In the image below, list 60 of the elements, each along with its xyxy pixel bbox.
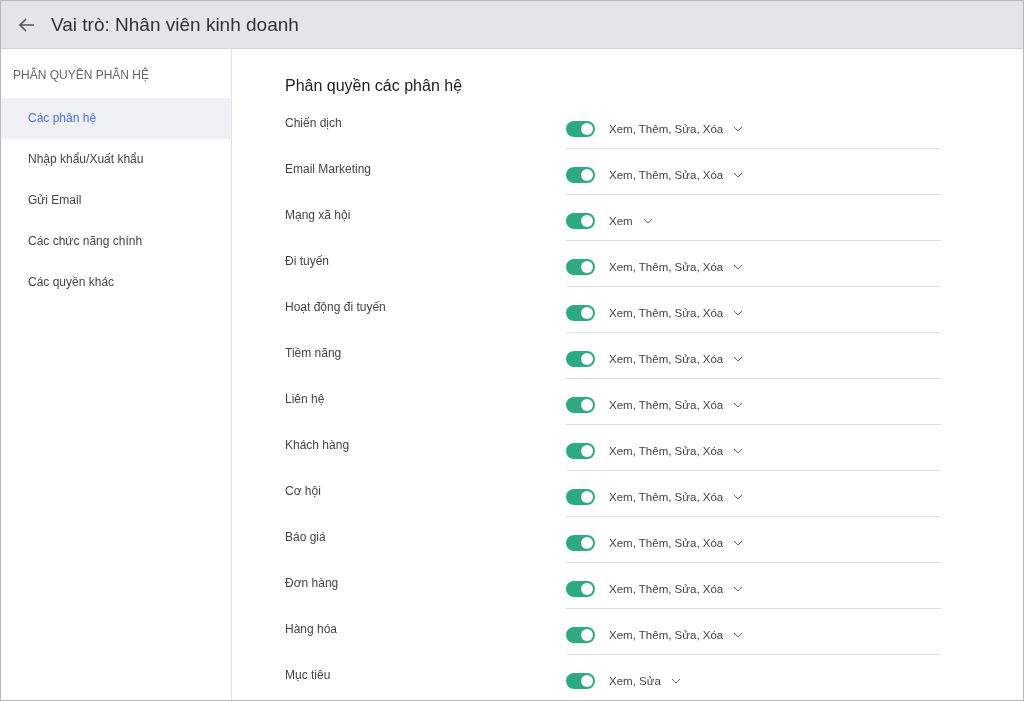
chevron-down-icon[interactable] [733,125,744,132]
toggle-switch[interactable] [566,534,595,551]
chevron-down-icon[interactable] [670,677,681,684]
module-label: Email Marketing [285,162,373,178]
page-title: Vai trò: Nhân viên kinh doanh [51,13,299,36]
chevron-down-icon[interactable] [733,355,744,362]
chevron-down-icon[interactable] [642,217,653,224]
section-title: Phân quyền các phân hệ [285,77,464,95]
chevron-down-icon[interactable] [733,493,744,500]
permission-dropdown[interactable]: Xem, Thêm, Sửa, Xóa [609,582,724,595]
toggle-switch[interactable] [566,350,595,367]
toggle-switch[interactable] [566,212,595,229]
module-label: Báo giá [285,530,327,546]
toggle-switch[interactable] [566,672,595,689]
chevron-down-icon[interactable] [733,585,744,592]
permission-dropdown[interactable]: Xem, Thêm, Sửa, Xóa [609,536,724,549]
toggle-switch[interactable] [566,626,595,643]
permission-dropdown[interactable]: Xem, Thêm, Sửa, Xóa [609,444,724,457]
permission-dropdown[interactable]: Xem, Thêm, Sửa, Xóa [609,352,724,365]
sidebar-item[interactable]: Nhập khẩu/Xuất khẩu [1,139,231,180]
chevron-down-icon[interactable] [733,447,744,454]
toggle-switch[interactable] [566,120,595,137]
toggle-switch[interactable] [566,166,595,183]
module-label: Mạng xã hội [285,208,352,224]
module-label: Khách hàng [285,438,351,454]
sidebar-heading: PHÂN QUYỀN PHÂN HỆ [12,66,151,84]
module-label: Hoạt động đi tuyến [285,300,387,316]
chevron-down-icon[interactable] [733,171,744,178]
permission-dropdown[interactable]: Xem, Thêm, Sửa, Xóa [609,306,724,319]
toggle-switch[interactable] [566,304,595,321]
permission-dropdown[interactable]: Xem, Thêm, Sửa, Xóa [609,260,724,273]
module-label: Đi tuyến [285,254,331,270]
module-label: Mục tiêu [285,668,332,684]
sidebar-item[interactable]: Các quyền khác [1,262,231,303]
chevron-down-icon[interactable] [733,401,744,408]
permission-dropdown[interactable]: Xem, Thêm, Sửa, Xóa [609,398,724,411]
chevron-down-icon[interactable] [733,263,744,270]
module-label: Đơn hàng [285,576,340,592]
toggle-switch[interactable] [566,488,595,505]
permission-dropdown[interactable]: Xem, Thêm, Sửa, Xóa [609,628,724,641]
permission-dropdown[interactable]: Xem, Thêm, Sửa, Xóa [609,168,724,181]
permission-dropdown[interactable]: Xem, Sửa [609,674,661,687]
module-label: Hàng hóa [285,622,339,638]
module-label: Cơ hội [285,484,322,500]
module-label: Tiềm năng [285,346,343,362]
toggle-switch[interactable] [566,396,595,413]
permission-dropdown[interactable]: Xem, Thêm, Sửa, Xóa [609,490,724,503]
toggle-switch[interactable] [566,258,595,275]
toggle-switch[interactable] [566,580,595,597]
toggle-switch[interactable] [566,442,595,459]
chevron-down-icon[interactable] [733,631,744,638]
sidebar-item[interactable]: Các phân hệ [1,98,231,139]
sidebar-item[interactable]: Các chức năng chính [1,221,231,262]
permission-dropdown[interactable]: Xem [609,214,633,227]
chevron-down-icon[interactable] [733,539,744,546]
module-label: Chiến dịch [285,116,343,132]
chevron-down-icon[interactable] [733,309,744,316]
sidebar-item[interactable]: Gửi Email [1,180,231,221]
module-label: Liên hệ [285,392,326,408]
permission-dropdown[interactable]: Xem, Thêm, Sửa, Xóa [609,122,724,135]
